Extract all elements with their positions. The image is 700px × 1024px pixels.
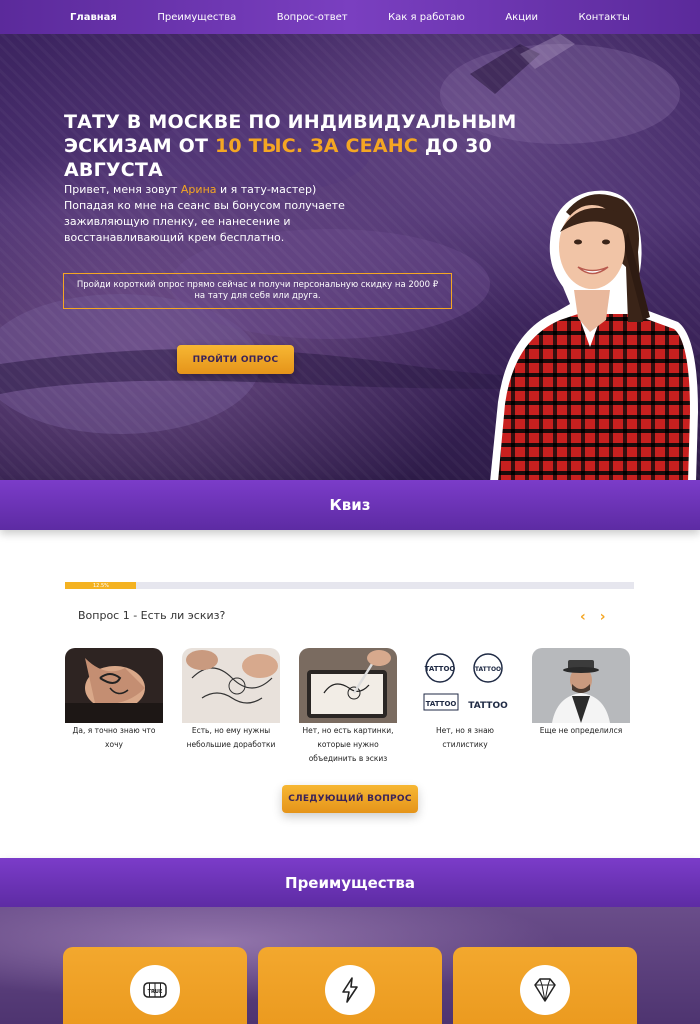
quiz-arrows: ‹ › <box>580 610 606 624</box>
quiz-option-5[interactable]: Еще не определился <box>532 648 630 738</box>
svg-text:TATTOO: TATTOO <box>425 665 456 673</box>
hero-section: ТАТУ В МОСКВЕ ПО ИНДИВИДУАЛЬНЫМ ЭСКИЗАМ … <box>0 34 700 480</box>
svg-text:TATTOO: TATTOO <box>475 666 501 673</box>
hero-title-line2: ЭСКИЗАМ ОТ 10 ТЫС. ЗА СЕАНС ДО 30 АВГУСТ… <box>64 134 534 182</box>
fist-icon: TRUE <box>130 965 180 1015</box>
quiz-section-title: Квиз <box>0 480 700 530</box>
nav-item-contacts[interactable]: Контакты <box>578 12 629 23</box>
nav-item-faq[interactable]: Вопрос-ответ <box>277 12 348 23</box>
svg-text:TRUE: TRUE <box>148 989 163 995</box>
intro-body: Попадая ко мне на сеанс вы бонусом получ… <box>64 199 345 244</box>
svg-text:TATTOO: TATTOO <box>426 700 457 708</box>
promo-box: Пройди короткий опрос прямо сейчас и пол… <box>63 273 452 309</box>
option-image-sketch-drawing <box>182 648 280 723</box>
lightning-icon <box>325 965 375 1015</box>
intro-prefix: Привет, меня зовут <box>64 183 178 196</box>
next-arrow-icon[interactable]: › <box>600 610 606 624</box>
option-image-hand-tattoo <box>65 648 163 723</box>
quiz-progress-label: 12.5% <box>93 582 109 589</box>
tattoo-master-photo <box>490 190 698 480</box>
option-label: Да, я точно знаю что хочу <box>72 726 156 749</box>
quiz-option-4[interactable]: TATTOO TATTOO TATTOO TATTOO Нет, но я зн… <box>416 648 514 752</box>
option-label: Еще не определился <box>539 726 623 735</box>
quiz-progress-fill: 12.5% <box>65 582 137 589</box>
master-name: Арина <box>180 183 217 196</box>
hero-intro: Привет, меня зовут Арина и я тату-мастер… <box>64 182 364 246</box>
nav-item-advantages[interactable]: Преимущества <box>157 12 236 23</box>
option-label: Нет, но я знаю стилистику <box>436 726 494 749</box>
nav-item-how-i-work[interactable]: Как я работаю <box>388 12 465 23</box>
quiz-option-2[interactable]: Есть, но ему нужны небольшие доработки <box>182 648 280 752</box>
hero-title-accent: 10 ТЫС. ЗА СЕАНС <box>215 135 418 157</box>
advantage-card-3 <box>453 947 637 1024</box>
option-image-man-in-hat <box>532 648 630 723</box>
quiz-question: Вопрос 1 - Есть ли эскиз? <box>78 609 226 622</box>
quiz-option-1[interactable]: Да, я точно знаю что хочу <box>65 648 163 752</box>
advantage-card-2 <box>258 947 442 1024</box>
diamond-icon <box>520 965 570 1015</box>
nav-item-home[interactable]: Главная <box>70 12 117 23</box>
top-navigation: Главная Преимущества Вопрос-ответ Как я … <box>0 0 700 34</box>
intro-suffix: и я тату-мастер) <box>220 183 317 196</box>
option-label: Есть, но ему нужны небольшие доработки <box>186 726 276 749</box>
svg-text:TATTOO: TATTOO <box>468 701 508 711</box>
option-image-tattoo-logos: TATTOO TATTOO TATTOO TATTOO <box>416 648 514 723</box>
hero-title-prefix: ЭСКИЗАМ ОТ <box>64 135 209 157</box>
take-survey-button[interactable]: ПРОЙТИ ОПРОС <box>177 345 294 374</box>
advantages-section-title: Преимущества <box>0 858 700 908</box>
quiz-progress-bar: 12.5% <box>65 582 634 589</box>
option-image-tablet-drawing <box>299 648 397 723</box>
option-label: Нет, но есть картинки, которые нужно объ… <box>302 726 394 763</box>
hero-title: ТАТУ В МОСКВЕ ПО ИНДИВИДУАЛЬНЫМ ЭСКИЗАМ … <box>64 110 534 182</box>
nav-item-promotions[interactable]: Акции <box>505 12 538 23</box>
advantage-card-1: TRUE <box>63 947 247 1024</box>
quiz-option-3[interactable]: Нет, но есть картинки, которые нужно объ… <box>299 648 397 766</box>
next-question-button[interactable]: СЛЕДУЮЩИЙ ВОПРОС <box>282 785 418 813</box>
prev-arrow-icon[interactable]: ‹ <box>580 610 586 624</box>
hero-title-line1: ТАТУ В МОСКВЕ ПО ИНДИВИДУАЛЬНЫМ <box>64 111 517 133</box>
